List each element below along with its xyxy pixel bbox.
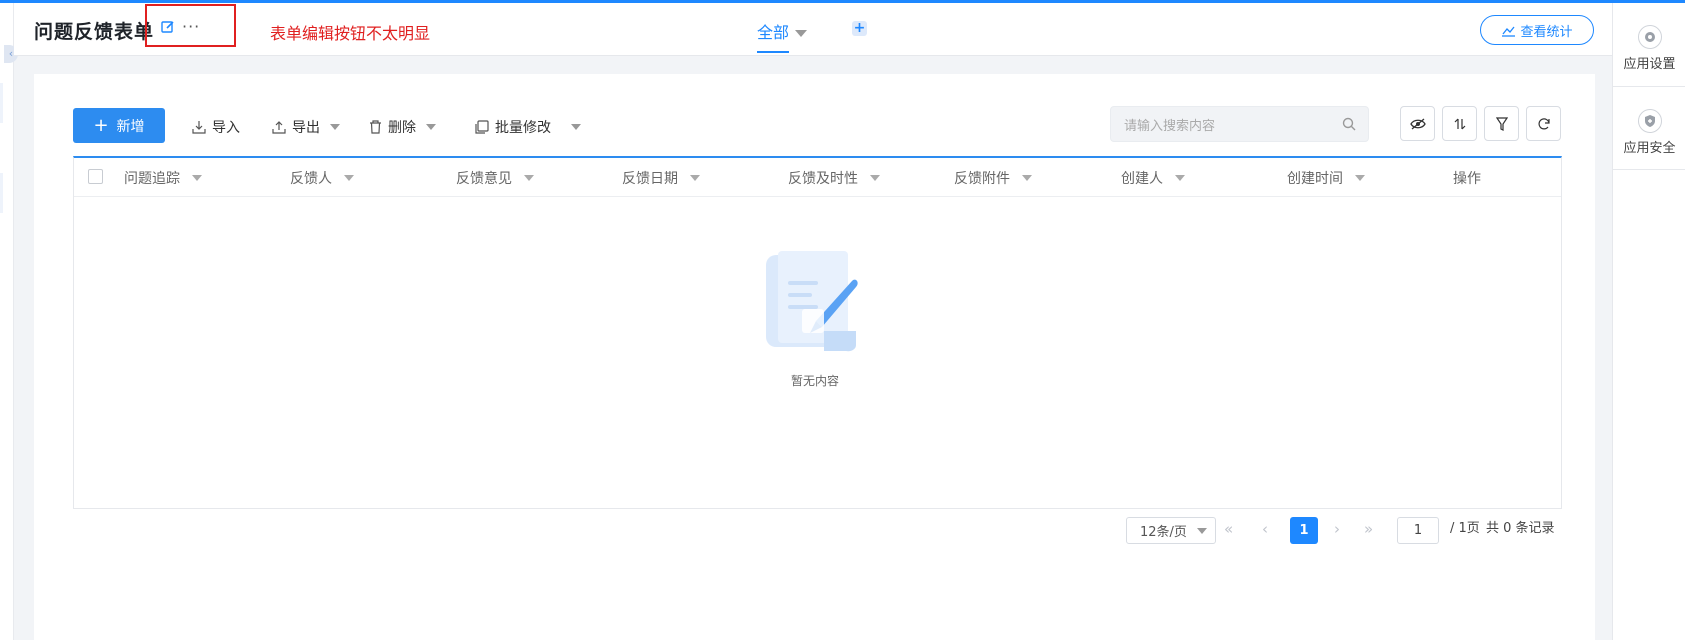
column-header-actions: 操作 (1453, 168, 1481, 188)
shield-icon (1637, 109, 1662, 133)
page-jump-input[interactable]: 1 (1397, 517, 1439, 544)
chevron-down-icon (192, 175, 202, 181)
column-label: 创建时间 (1287, 171, 1343, 187)
import-label: 导入 (212, 120, 240, 136)
add-record-label: 新增 (116, 118, 145, 135)
batch-edit-icon (475, 120, 489, 134)
column-header[interactable]: 反馈意见 (456, 168, 534, 188)
chevron-down-icon (426, 124, 436, 130)
divider (1613, 86, 1685, 87)
chevron-down-icon (344, 175, 354, 181)
column-label: 反馈及时性 (788, 171, 858, 187)
search-icon[interactable] (1342, 117, 1356, 131)
sort-button[interactable] (1442, 106, 1477, 141)
plus-icon: + (93, 114, 109, 136)
column-label: 操作 (1453, 171, 1481, 187)
upload-icon (272, 121, 286, 134)
batch-edit-label: 批量修改 (495, 120, 551, 136)
app-header: 问题反馈表单 ··· 表单编辑按钮不太明显 全部 + 查看统计 (14, 3, 1612, 56)
sidebar-marker (0, 173, 3, 213)
total-records-text: 共 0 条记录 (1486, 521, 1555, 536)
column-header[interactable]: 反馈附件 (954, 168, 1032, 188)
sort-icon (1454, 118, 1465, 129)
more-icon[interactable]: ··· (182, 17, 200, 36)
refresh-icon (1537, 117, 1550, 129)
chevron-down-icon (1175, 175, 1185, 181)
right-panel: 应用设置 应用安全 (1612, 3, 1685, 640)
divider (1613, 169, 1685, 170)
table-header: 问题追踪 反馈人 反馈意见 反馈日期 反馈及时性 反馈附件 创建人 创建时间 操… (74, 158, 1561, 197)
column-header[interactable]: 创建人 (1121, 168, 1185, 188)
chevron-down-icon (330, 124, 340, 130)
app-security-label: 应用安全 (1623, 141, 1676, 156)
edit-icon[interactable] (160, 19, 176, 35)
chevron-down-icon (870, 175, 880, 181)
chart-icon (1502, 26, 1516, 37)
active-tab-indicator (757, 51, 789, 53)
column-header[interactable]: 反馈及时性 (788, 168, 880, 188)
chevron-down-icon (1022, 175, 1032, 181)
batch-edit-button[interactable]: 批量修改 (475, 117, 581, 137)
annotation-text: 表单编辑按钮不太明显 (270, 24, 431, 43)
column-label: 反馈意见 (456, 171, 512, 187)
import-button[interactable]: 导入 (192, 117, 240, 137)
left-sidebar-strip (0, 3, 14, 640)
refresh-button[interactable] (1526, 106, 1561, 141)
column-header[interactable]: 问题追踪 (124, 168, 202, 188)
filter-button[interactable] (1484, 106, 1519, 141)
filter-icon (1495, 116, 1508, 131)
gear-icon (1637, 25, 1662, 49)
column-label: 反馈人 (290, 171, 332, 187)
chevron-down-icon (690, 175, 700, 181)
chevron-down-icon (1197, 528, 1207, 534)
chevron-down-icon (524, 175, 534, 181)
tab-all[interactable]: 全部 (757, 19, 808, 43)
first-page-icon[interactable]: « (1224, 520, 1233, 538)
add-tab-button[interactable]: + (852, 21, 867, 36)
column-header[interactable]: 创建时间 (1287, 168, 1365, 188)
tab-all-label: 全部 (757, 23, 790, 42)
chevron-down-icon (1355, 175, 1365, 181)
prev-page-icon[interactable]: ‹ (1262, 520, 1268, 538)
download-icon (192, 121, 206, 134)
eye-off-icon (1409, 118, 1426, 129)
trash-icon (370, 120, 381, 134)
empty-state-illustration-icon (766, 251, 858, 352)
add-record-button[interactable]: + 新增 (73, 108, 165, 143)
chevron-down-icon (571, 124, 581, 130)
page-title: 问题反馈表单 (34, 21, 155, 43)
column-header[interactable]: 反馈人 (290, 168, 354, 188)
column-label: 反馈附件 (954, 171, 1010, 187)
total-pages-text: / 1页 (1450, 521, 1480, 536)
column-label: 问题追踪 (124, 171, 180, 187)
app-security-button[interactable]: 应用安全 (1613, 109, 1685, 156)
page-size-select[interactable]: 12条/页 (1126, 517, 1216, 544)
app-settings-button[interactable]: 应用设置 (1613, 25, 1685, 72)
next-page-icon[interactable]: › (1334, 520, 1340, 538)
empty-state-text: 暂无内容 (790, 374, 839, 388)
search-input[interactable]: 请输入搜索内容 (1110, 106, 1369, 142)
search-placeholder: 请输入搜索内容 (1124, 118, 1216, 134)
app-settings-label: 应用设置 (1623, 57, 1676, 72)
column-label: 反馈日期 (622, 171, 678, 187)
last-page-icon[interactable]: » (1364, 520, 1373, 538)
toggle-visibility-button[interactable] (1400, 106, 1435, 141)
view-stats-button[interactable]: 查看统计 (1480, 15, 1594, 45)
page-size-value: 12条/页 (1140, 525, 1187, 540)
sidebar-marker (0, 83, 3, 123)
delete-label: 删除 (388, 120, 416, 136)
current-page-button[interactable]: 1 (1290, 517, 1318, 544)
view-stats-label: 查看统计 (1520, 24, 1573, 40)
export-label: 导出 (292, 120, 320, 136)
select-all-checkbox[interactable] (88, 169, 103, 184)
column-label: 创建人 (1121, 171, 1163, 187)
column-header[interactable]: 反馈日期 (622, 168, 700, 188)
export-button[interactable]: 导出 (272, 117, 340, 137)
chevron-down-icon (795, 30, 808, 37)
delete-button[interactable]: 删除 (369, 117, 436, 137)
